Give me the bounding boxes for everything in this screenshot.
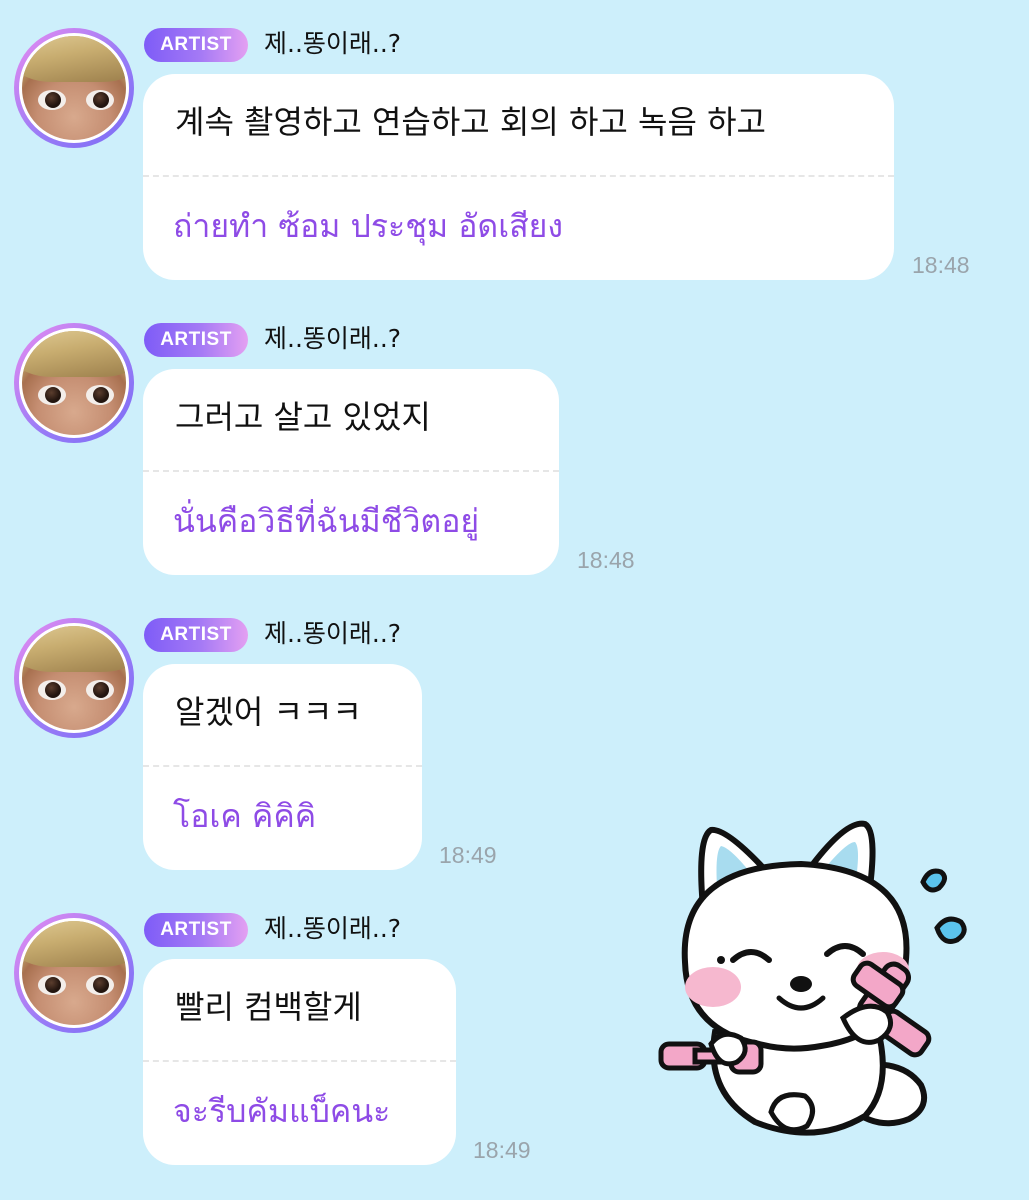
- eye-right: [86, 680, 114, 700]
- eye-left: [38, 680, 66, 700]
- message-text-translation: โอเค คิคิคิ: [173, 797, 317, 835]
- translation-divider: [143, 765, 422, 767]
- eye-left: [38, 90, 66, 110]
- white-fox-dumbbell-sticker-icon[interactable]: [655, 812, 985, 1147]
- eye-left: [38, 975, 66, 995]
- message-bubble[interactable]: 계속 촬영하고 연습하고 회의 하고 녹음 하고 ถ่ายทำ ซ้อม ประ…: [143, 74, 894, 280]
- message-bubble[interactable]: 그러고 살고 있었지 นั่นคือวิธีที่ฉันมีชีวิตอยู่: [143, 369, 559, 575]
- hair-shape: [22, 331, 126, 377]
- avatar[interactable]: [14, 323, 134, 443]
- avatar-photo: [19, 918, 129, 1028]
- message-text-translation: จะรีบคัมแบ็คนะ: [173, 1092, 391, 1130]
- message-time: 18:48: [577, 547, 635, 573]
- avatar[interactable]: [14, 28, 134, 148]
- eye-right: [86, 975, 114, 995]
- translation-divider: [143, 470, 559, 472]
- hair-shape: [22, 921, 126, 967]
- avatar-photo: [19, 328, 129, 438]
- artist-badge: ARTIST: [144, 913, 248, 947]
- eye-right: [86, 385, 114, 405]
- artist-badge: ARTIST: [144, 28, 248, 62]
- message-time: 18:48: [912, 252, 970, 278]
- avatar[interactable]: [14, 618, 134, 738]
- sender-name: 제..똥이래..?: [264, 619, 402, 648]
- artist-badge: ARTIST: [144, 323, 248, 357]
- sender-name: 제..똥이래..?: [264, 324, 402, 353]
- chat-view: ARTIST 제..똥이래..? 계속 촬영하고 연습하고 회의 하고 녹음 하…: [0, 0, 1029, 1200]
- avatar-photo: [19, 33, 129, 143]
- message-text-korean: 빨리 컴백할게: [175, 988, 362, 1026]
- eye-right: [86, 90, 114, 110]
- message-time: 18:49: [473, 1137, 531, 1163]
- hair-shape: [22, 626, 126, 672]
- message-text-korean: 계속 촬영하고 연습하고 회의 하고 녹음 하고: [175, 103, 766, 141]
- message-bubble[interactable]: 알겠어 ㅋㅋㅋ โอเค คิคิคิ: [143, 664, 422, 870]
- translation-divider: [143, 175, 894, 177]
- message-time: 18:49: [439, 842, 497, 868]
- hair-shape: [22, 36, 126, 82]
- artist-badge: ARTIST: [144, 618, 248, 652]
- eye-left: [38, 385, 66, 405]
- sender-name: 제..똥이래..?: [264, 29, 402, 58]
- message-text-translation: ถ่ายทำ ซ้อม ประชุม อัดเสียง: [173, 207, 564, 245]
- avatar-photo: [19, 623, 129, 733]
- message-text-korean: 알겠어 ㅋㅋㅋ: [175, 693, 362, 731]
- sender-name: 제..똥이래..?: [264, 914, 402, 943]
- translation-divider: [143, 1060, 456, 1062]
- avatar[interactable]: [14, 913, 134, 1033]
- message-bubble[interactable]: 빨리 컴백할게 จะรีบคัมแบ็คนะ: [143, 959, 456, 1165]
- message-text-korean: 그러고 살고 있었지: [175, 398, 431, 436]
- message-text-translation: นั่นคือวิธีที่ฉันมีชีวิตอยู่: [173, 502, 480, 540]
